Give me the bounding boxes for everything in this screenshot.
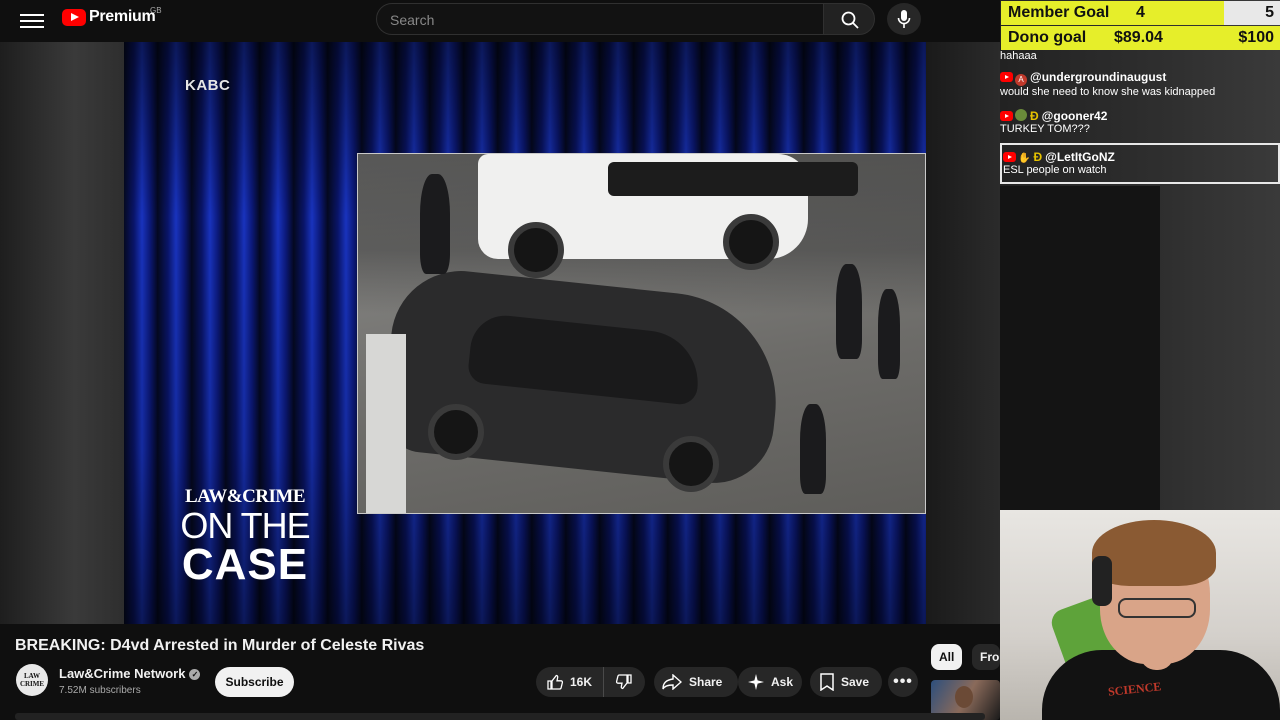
chat-username: @undergroundinaugust (1030, 70, 1167, 84)
sparkle-icon (748, 674, 764, 690)
chip-all[interactable]: All (931, 644, 963, 670)
search-placeholder: Search (390, 12, 435, 28)
channel-name[interactable]: Law&Crime Network ✓ (59, 666, 201, 681)
show-logo-middle: ON THE (180, 505, 310, 546)
chip-from[interactable]: From (972, 644, 1000, 670)
stream-overlay-shadow (1000, 186, 1160, 511)
share-label: Share (689, 675, 723, 689)
channel-avatar[interactable]: LAW CRIME (16, 664, 48, 696)
chat-message: hahaaa (1000, 50, 1280, 62)
thumbs-down-icon (615, 674, 632, 690)
video-info: BREAKING: D4vd Arrested in Murder of Cel… (0, 624, 1000, 720)
dono-goal-current: $89.04 (1114, 29, 1163, 46)
youtube-badge-icon (1000, 72, 1013, 82)
streamer-hand (1140, 620, 1174, 670)
bookmark-icon (820, 673, 834, 691)
share-icon (662, 674, 682, 690)
dislike-button[interactable] (604, 667, 644, 697)
subscriber-count: 7.52M subscribers (59, 685, 141, 696)
member-goal-target: 5 (1265, 4, 1274, 21)
save-button[interactable]: Save (810, 667, 882, 697)
youtube-badge-icon (1003, 152, 1016, 162)
headset-icon (1092, 556, 1112, 606)
chat-message-highlighted: ✋ Ɖ @LetItGoNZ ESL people on watch (1000, 143, 1280, 184)
more-actions-button[interactable]: ••• (888, 667, 918, 697)
like-dislike-group: 16K (536, 667, 645, 697)
player-right-border (926, 42, 1000, 624)
search-icon (841, 11, 859, 29)
menu-icon[interactable] (20, 10, 44, 30)
logo-region: GB (150, 6, 162, 15)
chat-message-text: would she need to know she was kidnapped (1000, 86, 1216, 98)
youtube-play-icon (62, 8, 86, 26)
youtube-premium-logo[interactable]: Premium GB (62, 6, 162, 26)
chat-username: @LetItGoNZ (1045, 150, 1115, 164)
chat-message: A @undergroundinaugust would she need to … (1000, 70, 1280, 98)
horizontal-scrollbar[interactable] (15, 713, 985, 720)
streamer-webcam: SCIENCE (1000, 510, 1280, 720)
chat-message-text: TURKEY TOM??? (1000, 123, 1090, 135)
youtube-header: Premium GB Search (0, 0, 1000, 42)
member-goal-label: Member Goal (1008, 4, 1110, 21)
aerial-footage (357, 153, 926, 514)
chat-username: @gooner42 (1041, 109, 1108, 123)
member-badge-icon: Ɖ (1033, 150, 1043, 164)
verified-icon: ✓ (189, 669, 201, 680)
save-label: Save (841, 675, 870, 689)
hand-badge-icon: ✋ (1018, 153, 1031, 164)
video-title: BREAKING: D4vd Arrested in Murder of Cel… (15, 637, 425, 654)
share-button[interactable]: Share (654, 667, 738, 697)
like-button[interactable]: 16K (536, 667, 604, 697)
chat-message-text: ESL people on watch (1003, 164, 1107, 176)
search-input[interactable]: Search (376, 3, 824, 35)
like-count: 16K (570, 675, 593, 689)
dono-goal-bar: Dono goal $89.04 $100 (1001, 26, 1280, 50)
user-avatar-icon (1015, 109, 1027, 121)
source-watermark: KABC (185, 77, 231, 94)
glasses (1118, 598, 1196, 618)
video-player[interactable]: KABC LAW&CRIME ON THE CASE (0, 42, 1000, 624)
member-goal-current: 4 (1136, 4, 1145, 21)
ask-button[interactable]: Ask (738, 667, 802, 697)
ask-label: Ask (771, 675, 794, 689)
subscribe-button[interactable]: Subscribe (215, 667, 294, 697)
youtube-badge-icon (1000, 111, 1013, 121)
dono-goal-label: Dono goal (1008, 29, 1087, 46)
show-logo-bottom: CASE (181, 540, 309, 589)
chat-message: Ɖ @gooner42 TURKEY TOM??? (1000, 109, 1280, 135)
chat-message-text: hahaaa (1000, 50, 1037, 62)
member-badge-icon: Ɖ (1030, 109, 1039, 123)
player-left-border (0, 42, 124, 624)
user-avatar-icon: A (1015, 74, 1027, 86)
logo-text: Premium (89, 8, 156, 25)
dono-goal-target: $100 (1238, 29, 1274, 46)
mic-icon (897, 10, 911, 28)
voice-search-button[interactable] (887, 3, 921, 35)
search-button[interactable] (823, 3, 875, 35)
member-goal-bar: Member Goal 4 5 (1001, 1, 1280, 25)
channel-name-text[interactable]: Law&Crime Network (59, 666, 185, 681)
show-logo: LAW&CRIME ON THE CASE (160, 486, 330, 589)
thumbs-up-icon (547, 674, 564, 690)
more-dots-icon: ••• (893, 673, 913, 690)
